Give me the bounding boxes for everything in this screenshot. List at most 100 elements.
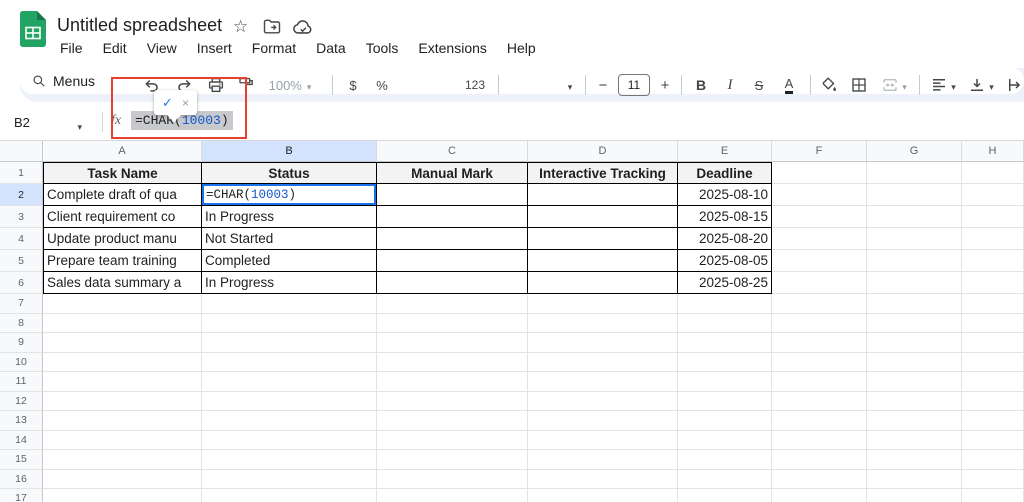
italic-button[interactable]: I — [717, 68, 743, 102]
cell-C14[interactable] — [377, 431, 528, 451]
cell-C9[interactable] — [377, 333, 528, 353]
column-header-B[interactable]: B — [202, 141, 377, 162]
number-format-button[interactable]: 123 — [460, 68, 490, 102]
cell-F10[interactable] — [772, 353, 867, 373]
cell-A8[interactable] — [43, 314, 202, 334]
cell-F3[interactable] — [772, 206, 867, 228]
column-header-F[interactable]: F — [772, 141, 867, 162]
cell-H16[interactable] — [962, 470, 1024, 490]
cell-C5[interactable] — [377, 250, 528, 272]
menu-insert[interactable]: Insert — [192, 38, 237, 58]
cell-G4[interactable] — [867, 228, 962, 250]
cell-E12[interactable] — [678, 392, 772, 412]
cell-E6[interactable]: 2025-08-25 — [678, 272, 772, 294]
cell-D13[interactable] — [528, 411, 678, 431]
document-title[interactable]: Untitled spreadsheet — [57, 15, 222, 36]
text-wrapping-button[interactable] — [1001, 68, 1024, 102]
cell-A7[interactable] — [43, 294, 202, 314]
borders-button[interactable] — [846, 68, 872, 102]
cell-H9[interactable] — [962, 333, 1024, 353]
cell-C15[interactable] — [377, 450, 528, 470]
cell-A17[interactable] — [43, 489, 202, 502]
cell-D7[interactable] — [528, 294, 678, 314]
cell-F17[interactable] — [772, 489, 867, 502]
cell-C4[interactable] — [377, 228, 528, 250]
cell-H17[interactable] — [962, 489, 1024, 502]
cell-H15[interactable] — [962, 450, 1024, 470]
row-header-9[interactable]: 9 — [0, 333, 43, 353]
cell-F1[interactable] — [772, 162, 867, 184]
cell-B13[interactable] — [202, 411, 377, 431]
cell-D11[interactable] — [528, 372, 678, 392]
cell-E11[interactable] — [678, 372, 772, 392]
cell-H10[interactable] — [962, 353, 1024, 373]
move-folder-icon[interactable] — [262, 17, 282, 37]
row-header-15[interactable]: 15 — [0, 450, 43, 470]
cell-D14[interactable] — [528, 431, 678, 451]
cell-A5[interactable]: Prepare team training — [43, 250, 202, 272]
row-header-6[interactable]: 6 — [0, 272, 43, 294]
cell-B17[interactable] — [202, 489, 377, 502]
cell-E14[interactable] — [678, 431, 772, 451]
cell-C8[interactable] — [377, 314, 528, 334]
cell-C2[interactable] — [377, 184, 528, 206]
cell-E15[interactable] — [678, 450, 772, 470]
cell-C12[interactable] — [377, 392, 528, 412]
zoom-select[interactable]: 100% — [264, 68, 316, 102]
cell-G9[interactable] — [867, 333, 962, 353]
cell-C10[interactable] — [377, 353, 528, 373]
cell-H6[interactable] — [962, 272, 1024, 294]
format-percent-button[interactable]: % — [369, 68, 395, 102]
cell-F11[interactable] — [772, 372, 867, 392]
row-header-8[interactable]: 8 — [0, 314, 43, 334]
cell-C6[interactable] — [377, 272, 528, 294]
text-color-button[interactable]: A — [776, 68, 802, 102]
cell-C11[interactable] — [377, 372, 528, 392]
cell-D16[interactable] — [528, 470, 678, 490]
cloud-check-icon[interactable] — [292, 17, 314, 37]
cell-C13[interactable] — [377, 411, 528, 431]
cell-D8[interactable] — [528, 314, 678, 334]
cell-D6[interactable] — [528, 272, 678, 294]
cell-G3[interactable] — [867, 206, 962, 228]
cell-D4[interactable] — [528, 228, 678, 250]
cell-G2[interactable] — [867, 184, 962, 206]
cell-E5[interactable]: 2025-08-05 — [678, 250, 772, 272]
cell-A6[interactable]: Sales data summary a — [43, 272, 202, 294]
cell-E16[interactable] — [678, 470, 772, 490]
cell-H3[interactable] — [962, 206, 1024, 228]
cell-B3[interactable]: In Progress — [202, 206, 377, 228]
horizontal-align-button[interactable] — [925, 68, 961, 102]
decrease-font-size-button[interactable]: − — [592, 68, 614, 102]
cell-F14[interactable] — [772, 431, 867, 451]
menu-help[interactable]: Help — [502, 38, 541, 58]
strikethrough-button[interactable]: S — [746, 68, 772, 102]
cell-G6[interactable] — [867, 272, 962, 294]
cell-B7[interactable] — [202, 294, 377, 314]
column-header-E[interactable]: E — [678, 141, 772, 162]
cell-A11[interactable] — [43, 372, 202, 392]
cell-E2[interactable]: 2025-08-10 — [678, 184, 772, 206]
vertical-align-button[interactable] — [963, 68, 999, 102]
cell-H8[interactable] — [962, 314, 1024, 334]
cell-G16[interactable] — [867, 470, 962, 490]
cell-A13[interactable] — [43, 411, 202, 431]
fill-color-button[interactable] — [816, 68, 842, 102]
cell-F13[interactable] — [772, 411, 867, 431]
row-header-2[interactable]: 2 — [0, 184, 43, 206]
star-icon[interactable]: ☆ — [233, 17, 248, 37]
cell-B5[interactable]: Completed — [202, 250, 377, 272]
cell-H2[interactable] — [962, 184, 1024, 206]
row-header-5[interactable]: 5 — [0, 250, 43, 272]
grid-corner[interactable] — [0, 141, 43, 162]
cell-H4[interactable] — [962, 228, 1024, 250]
cell-B8[interactable] — [202, 314, 377, 334]
font-select[interactable] — [560, 68, 580, 102]
row-header-11[interactable]: 11 — [0, 372, 43, 392]
cell-G8[interactable] — [867, 314, 962, 334]
menu-tools[interactable]: Tools — [361, 38, 404, 58]
row-header-17[interactable]: 17 — [0, 489, 43, 502]
cell-F2[interactable] — [772, 184, 867, 206]
name-box[interactable]: B2 — [0, 104, 86, 140]
cell-C7[interactable] — [377, 294, 528, 314]
